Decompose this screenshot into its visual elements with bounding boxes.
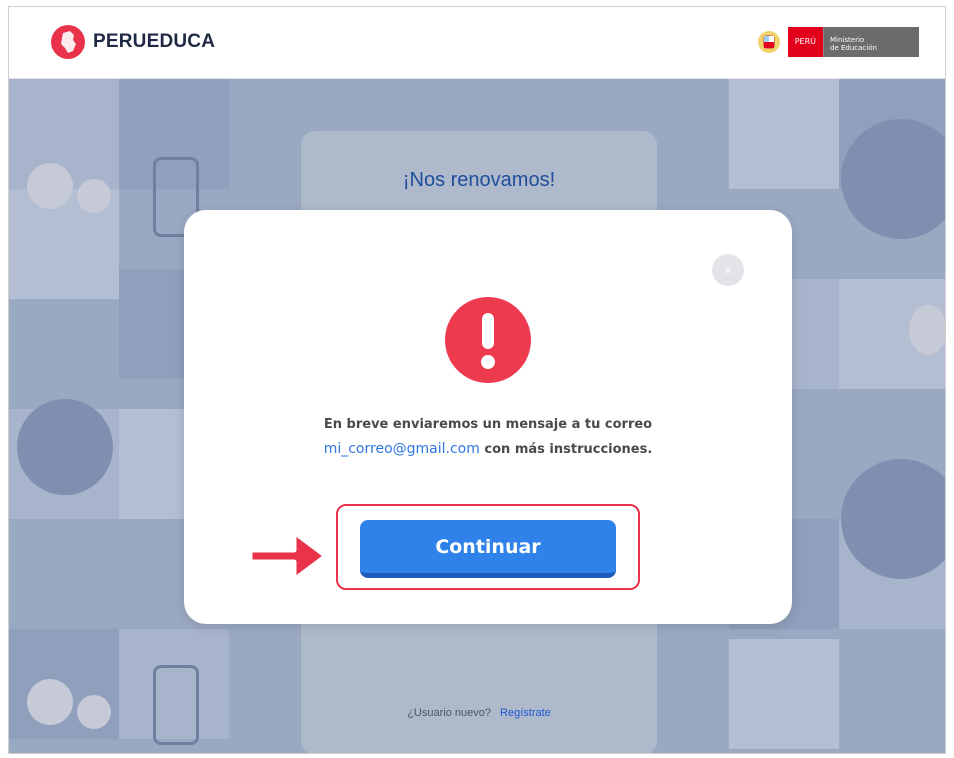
red-arrow-icon <box>247 529 329 583</box>
site-header: PERUEDUCA PERÚ Ministerio de Educación <box>9 7 945 79</box>
modal-message-suffix: con más instrucciones. <box>484 442 653 457</box>
continue-button[interactable]: Continuar <box>360 520 616 578</box>
close-icon[interactable]: × <box>712 254 744 286</box>
government-shield-icon <box>757 31 780 53</box>
person-illustration <box>909 305 945 355</box>
person-illustration <box>27 163 73 209</box>
modal-message: En breve enviaremos un mensaje a tu corr… <box>184 413 792 462</box>
decorative-circle <box>841 119 945 239</box>
email-address: mi_correo@gmail.com <box>323 441 480 457</box>
person-illustration <box>27 679 73 725</box>
perueduca-logo[interactable]: PERUEDUCA <box>51 25 215 59</box>
gov-ministry-line1: Ministerio <box>830 36 865 44</box>
collage-tile <box>729 639 839 749</box>
register-link[interactable]: Regístrate <box>500 707 551 719</box>
gov-peru-label: PERÚ <box>787 27 823 57</box>
gov-ministry-label: Ministerio de Educación <box>823 27 919 57</box>
phone-illustration <box>153 665 199 745</box>
alert-exclamation-icon <box>445 297 531 383</box>
logo-text: PERUEDUCA <box>93 31 216 52</box>
new-user-text: ¿Usuario nuevo? <box>407 707 491 719</box>
person-illustration <box>77 179 111 213</box>
modal-message-line2: mi_correo@gmail.com con más instruccione… <box>184 437 792 462</box>
government-badge: PERÚ Ministerio de Educación <box>756 27 919 57</box>
person-illustration <box>77 695 111 729</box>
alert-exclamation-bar <box>482 313 494 349</box>
collage-tile <box>729 79 839 189</box>
browser-viewport: PERUEDUCA PERÚ Ministerio de Educación ¡… <box>8 6 946 754</box>
decorative-circle <box>17 399 113 495</box>
alert-exclamation-dot <box>481 355 495 369</box>
login-footer: ¿Usuario nuevo? Regístrate <box>301 707 657 719</box>
modal-message-line1: En breve enviaremos un mensaje a tu corr… <box>323 417 653 432</box>
gov-ministry-line2: de Educación <box>830 44 877 52</box>
peru-educa-logo-icon <box>51 25 85 59</box>
login-title: ¡Nos renovamos! <box>402 169 556 191</box>
